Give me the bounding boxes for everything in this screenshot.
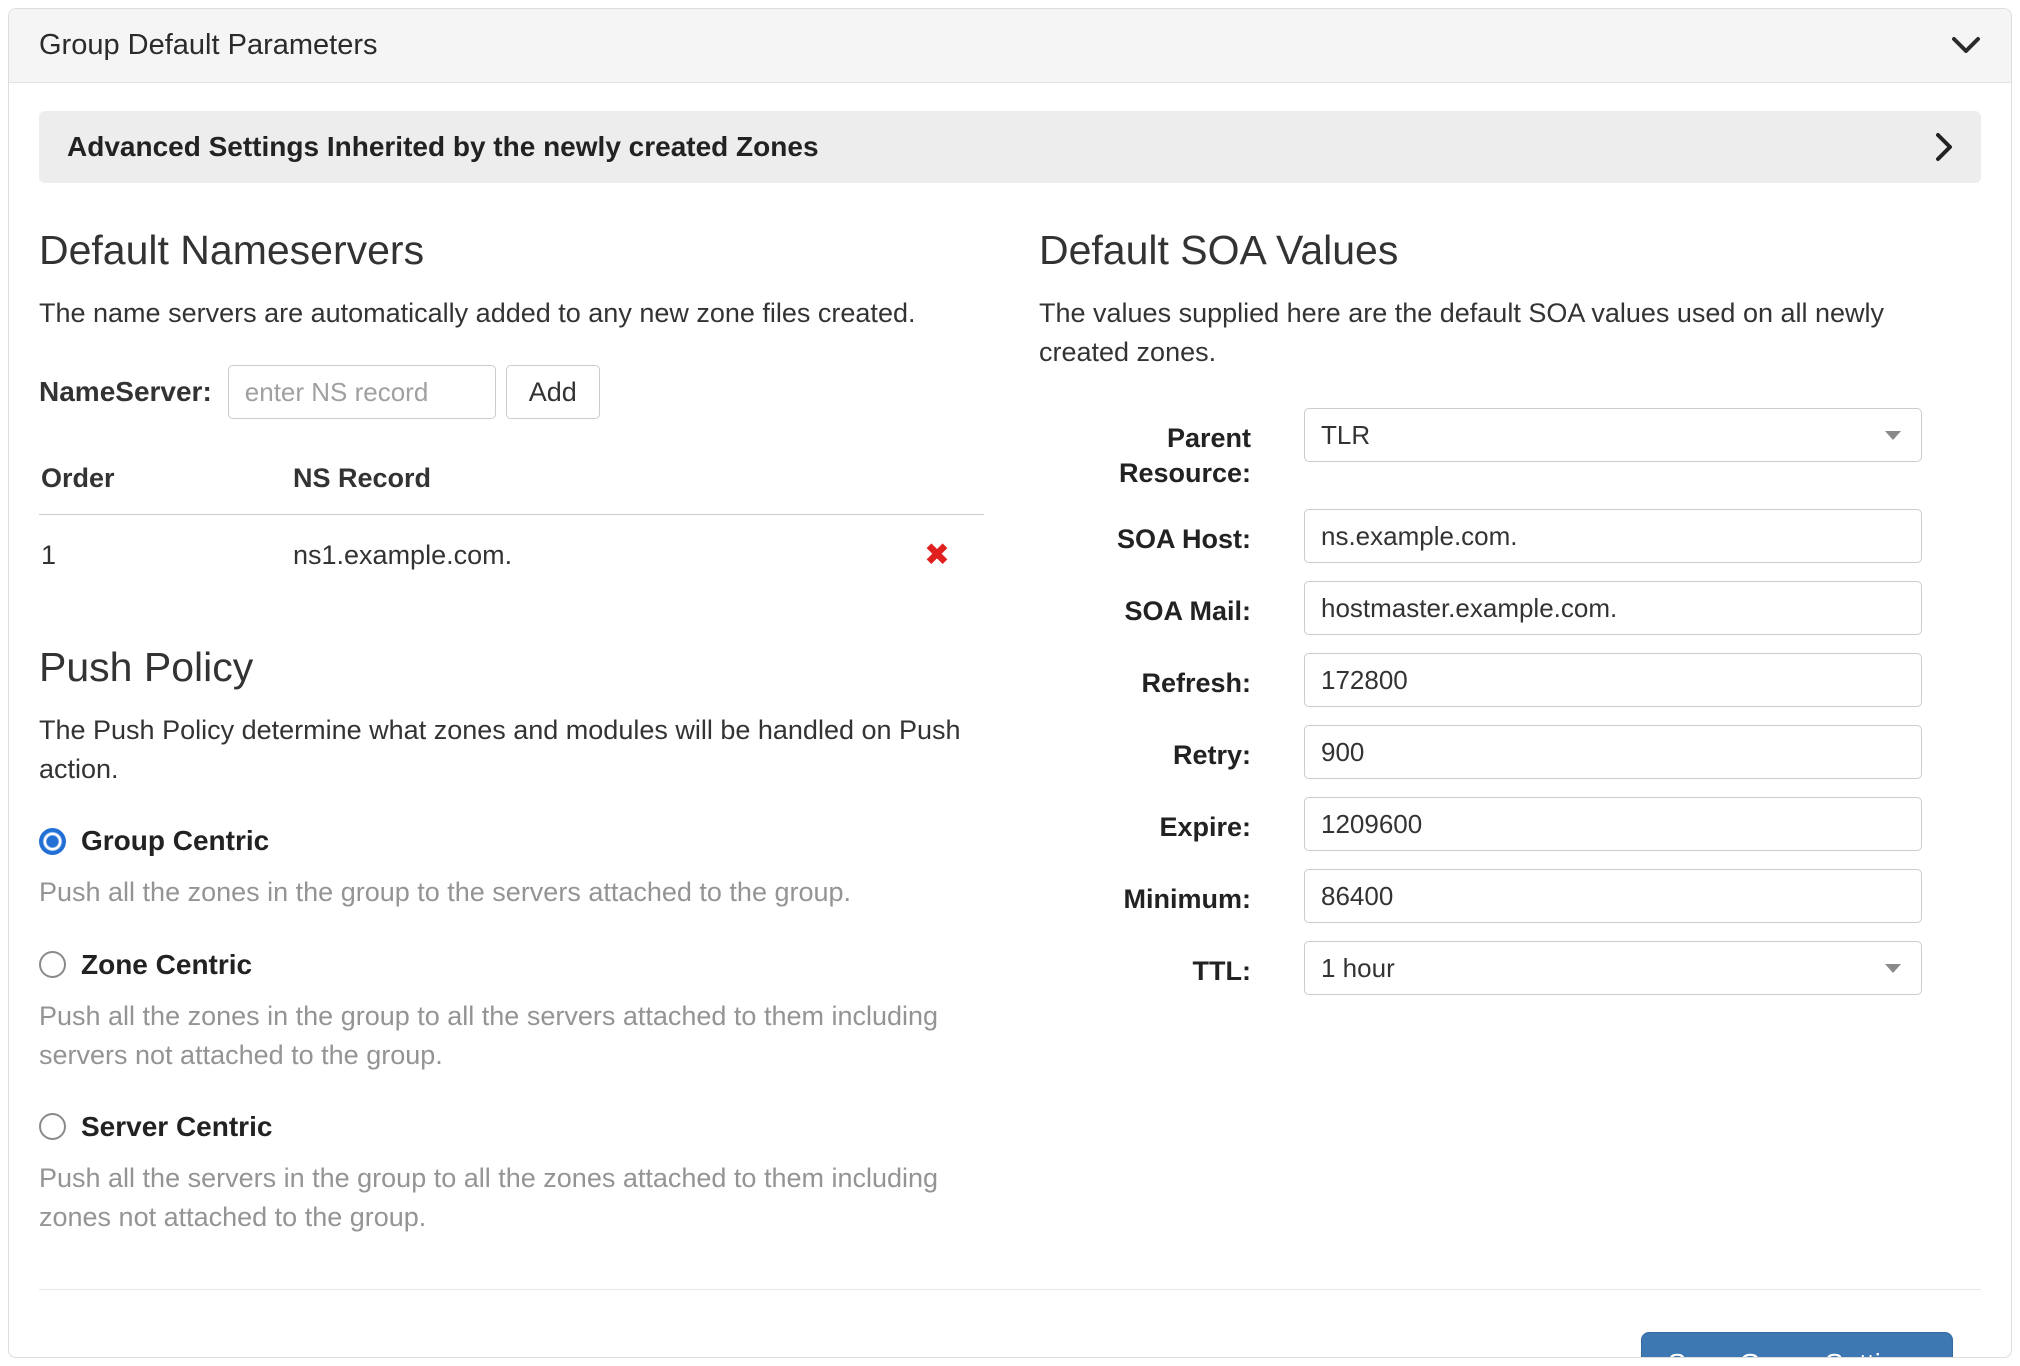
content-columns: Default Nameservers The name servers are… xyxy=(39,227,1981,1237)
minimum-label: Minimum: xyxy=(1039,869,1251,923)
push-policy-section: Push Policy The Push Policy determine wh… xyxy=(39,644,984,1237)
minimum-input[interactable] xyxy=(1304,869,1922,923)
ttl-value: 1 hour xyxy=(1321,953,1395,984)
expire-input[interactable] xyxy=(1304,797,1922,851)
panel-heading[interactable]: Group Default Parameters xyxy=(9,9,2011,83)
right-column: Default SOA Values The values supplied h… xyxy=(1039,227,1981,1237)
nameserver-add-row: NameServer: Add xyxy=(39,365,984,419)
push-policy-option-group-centric[interactable]: Group Centric xyxy=(39,825,984,857)
radio-icon[interactable] xyxy=(39,828,66,855)
refresh-label: Refresh: xyxy=(1039,653,1251,707)
minimum-row: Minimum: xyxy=(1039,869,1981,923)
refresh-input[interactable] xyxy=(1304,653,1922,707)
radio-label-zone-centric: Zone Centric xyxy=(81,949,252,981)
nameserver-table: Order NS Record 1 ns1.example.com. ✖ xyxy=(39,453,984,582)
soa-host-label: SOA Host: xyxy=(1039,509,1251,563)
advanced-settings-label: Advanced Settings Inherited by the newly… xyxy=(67,131,819,163)
parent-resource-row: Parent Resource: TLR xyxy=(1039,408,1981,491)
soa-mail-input[interactable] xyxy=(1304,581,1922,635)
left-column: Default Nameservers The name servers are… xyxy=(39,227,984,1237)
advanced-settings-bar[interactable]: Advanced Settings Inherited by the newly… xyxy=(39,111,1981,183)
caret-down-icon xyxy=(1885,431,1901,440)
ttl-select[interactable]: 1 hour xyxy=(1304,941,1922,995)
order-column-header: Order xyxy=(41,463,293,494)
nameservers-heading: Default Nameservers xyxy=(39,227,984,274)
panel-footer: Save Group Settings xyxy=(39,1332,1981,1358)
nameservers-description: The name servers are automatically added… xyxy=(39,294,984,333)
server-centric-description: Push all the servers in the group to all… xyxy=(39,1159,984,1237)
parent-resource-label: Parent Resource: xyxy=(1039,408,1251,491)
soa-mail-row: SOA Mail: xyxy=(1039,581,1981,635)
parent-resource-select[interactable]: TLR xyxy=(1304,408,1922,462)
push-policy-description: The Push Policy determine what zones and… xyxy=(39,711,984,789)
zone-centric-description: Push all the zones in the group to all t… xyxy=(39,997,984,1075)
group-centric-description: Push all the zones in the group to the s… xyxy=(39,873,984,912)
ns-record-cell: ns1.example.com. xyxy=(293,540,892,571)
expire-label: Expire: xyxy=(1039,797,1251,851)
retry-row: Retry: xyxy=(1039,725,1981,779)
ttl-label: TTL: xyxy=(1039,941,1251,995)
ttl-row: TTL: 1 hour xyxy=(1039,941,1981,995)
panel-body: Advanced Settings Inherited by the newly… xyxy=(9,83,2011,1358)
soa-mail-label: SOA Mail: xyxy=(1039,581,1251,635)
group-default-parameters-panel: Group Default Parameters Advanced Settin… xyxy=(8,8,2012,1358)
expire-row: Expire: xyxy=(1039,797,1981,851)
chevron-right-icon[interactable] xyxy=(1934,132,1953,162)
delete-nameserver-icon[interactable]: ✖ xyxy=(924,537,950,572)
add-nameserver-button[interactable]: Add xyxy=(506,365,600,419)
refresh-row: Refresh: xyxy=(1039,653,1981,707)
push-policy-option-server-centric[interactable]: Server Centric xyxy=(39,1111,984,1143)
push-policy-option-zone-centric[interactable]: Zone Centric xyxy=(39,949,984,981)
parent-resource-value: TLR xyxy=(1321,420,1370,451)
radio-icon[interactable] xyxy=(39,951,66,978)
soa-host-input[interactable] xyxy=(1304,509,1922,563)
soa-heading: Default SOA Values xyxy=(1039,227,1981,274)
retry-input[interactable] xyxy=(1304,725,1922,779)
save-group-settings-button[interactable]: Save Group Settings xyxy=(1641,1332,1953,1358)
radio-label-server-centric: Server Centric xyxy=(81,1111,272,1143)
chevron-down-icon[interactable] xyxy=(1951,36,1981,55)
soa-description: The values supplied here are the default… xyxy=(1039,294,1981,372)
nameserver-input[interactable] xyxy=(228,365,496,419)
panel-title: Group Default Parameters xyxy=(39,29,377,62)
retry-label: Retry: xyxy=(1039,725,1251,779)
soa-form: Parent Resource: TLR SOA Host: SOA Mail: xyxy=(1039,408,1981,995)
nameserver-label: NameServer: xyxy=(39,376,212,408)
caret-down-icon xyxy=(1885,964,1901,973)
footer-divider xyxy=(39,1289,1981,1290)
radio-label-group-centric: Group Centric xyxy=(81,825,269,857)
nameserver-table-header: Order NS Record xyxy=(39,453,984,515)
ns-record-column-header: NS Record xyxy=(293,463,892,494)
push-policy-heading: Push Policy xyxy=(39,644,984,691)
soa-host-row: SOA Host: xyxy=(1039,509,1981,563)
ns-order-cell: 1 xyxy=(41,540,293,571)
radio-icon[interactable] xyxy=(39,1113,66,1140)
nameserver-table-row: 1 ns1.example.com. ✖ xyxy=(39,515,984,582)
